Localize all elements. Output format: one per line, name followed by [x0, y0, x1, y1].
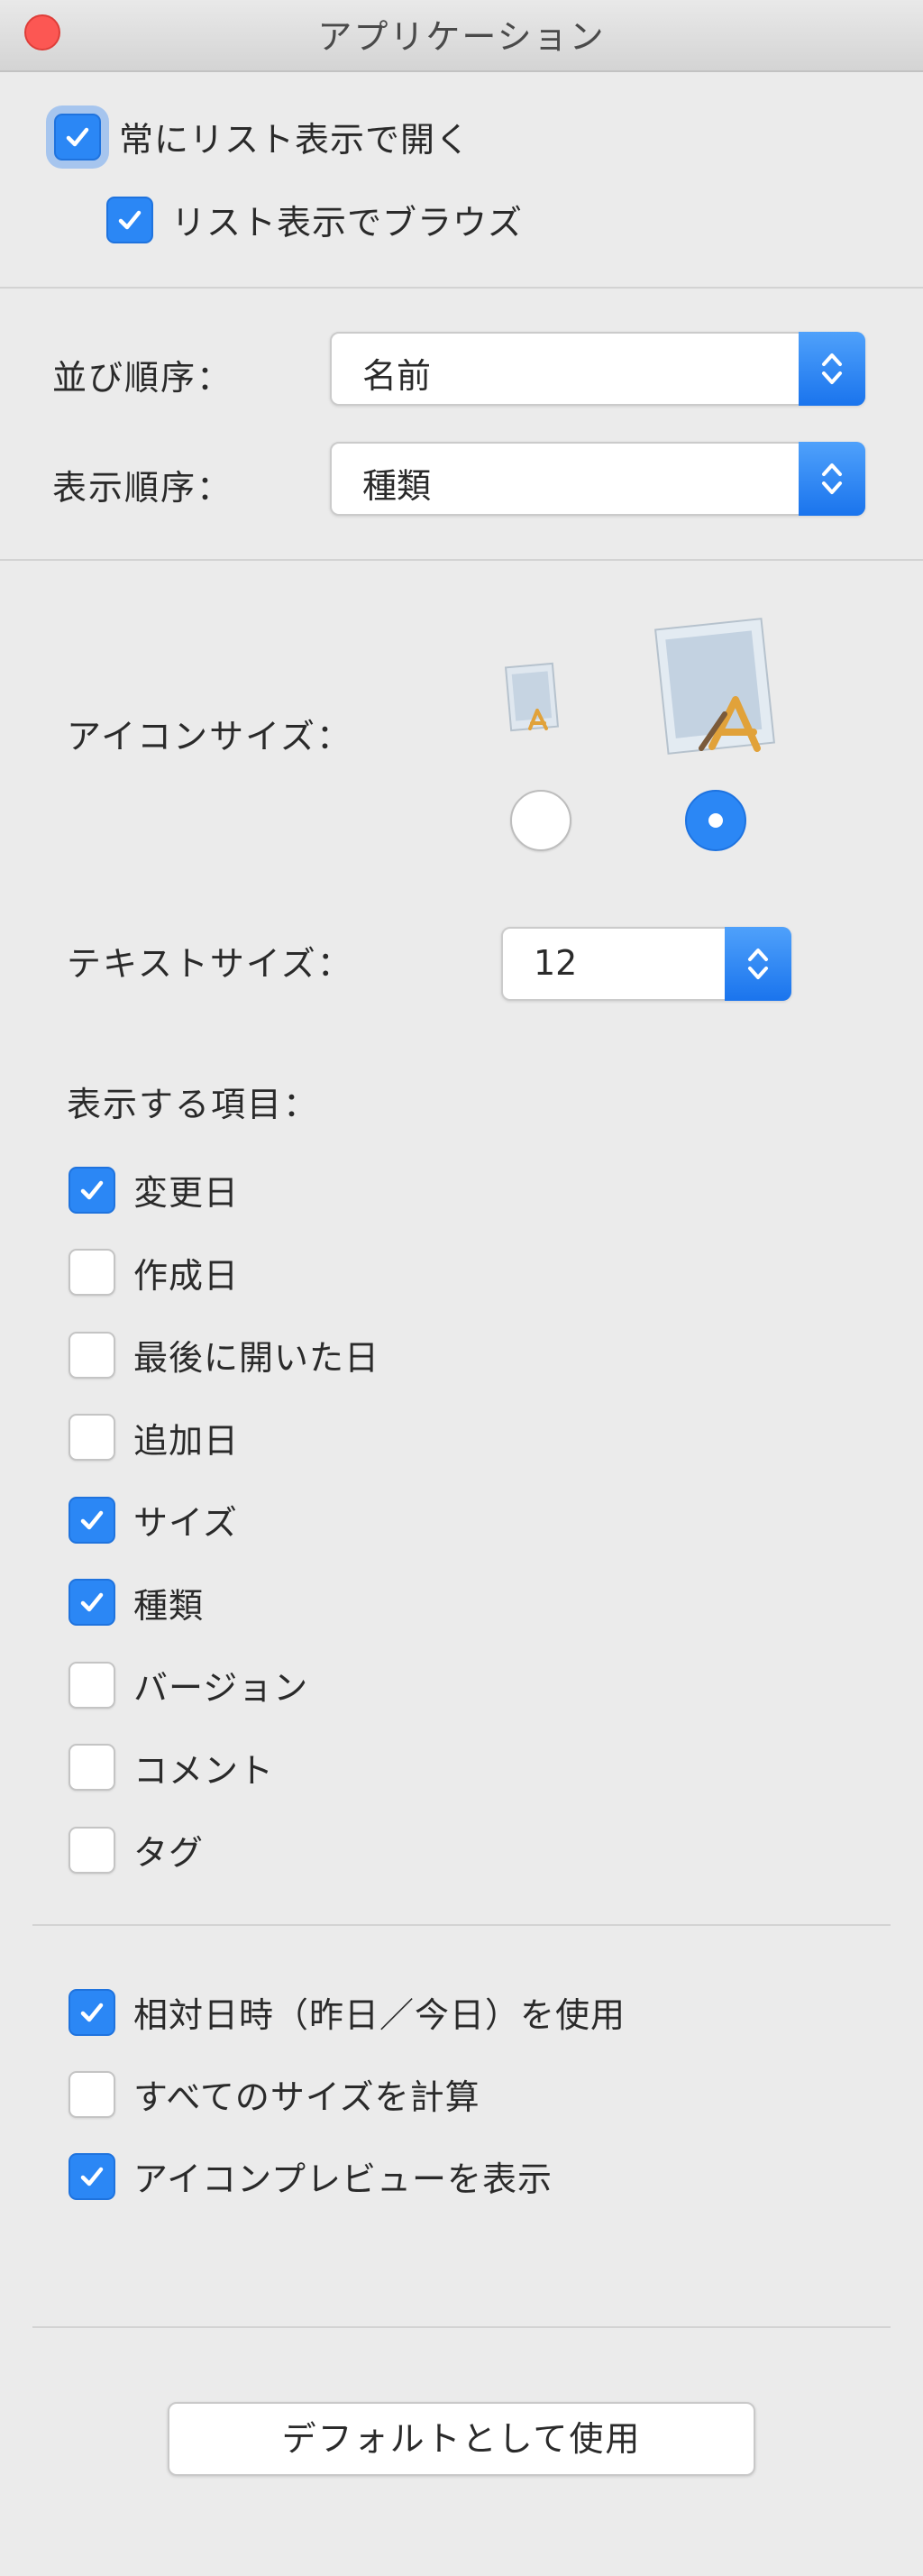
- checkmark-icon: [77, 1587, 107, 1618]
- sort-by-value: 名前: [362, 356, 432, 396]
- checkbox-label: バージョン: [133, 1668, 309, 1708]
- checkbox[interactable]: [69, 1496, 115, 1544]
- large-app-document-icon: [654, 618, 775, 755]
- title-bar: アプリケーション: [0, 0, 923, 72]
- checkbox-label: 最後に開いた日: [133, 1338, 380, 1378]
- sort-by-select[interactable]: 名前: [330, 332, 865, 406]
- browse-list-label: リスト表示でブラウズ: [171, 203, 524, 243]
- checkbox-label: 追加日: [133, 1420, 240, 1461]
- checkbox[interactable]: [69, 1166, 115, 1214]
- divider: [32, 1924, 891, 1926]
- checkbox-row[interactable]: アイコンプレビューを表示: [69, 2151, 553, 2201]
- checkbox-row[interactable]: 作成日: [69, 1248, 239, 1297]
- checkbox-row[interactable]: 追加日: [69, 1413, 239, 1462]
- checkbox[interactable]: [69, 1661, 115, 1709]
- icon-size-large-radio[interactable]: [685, 790, 746, 851]
- display-order-value: 種類: [362, 466, 432, 506]
- browse-list-option[interactable]: リスト表示でブラウズ: [106, 195, 523, 244]
- checkbox[interactable]: [69, 1988, 115, 2036]
- checkbox-label: すべてのサイズを計算: [133, 2077, 480, 2117]
- checkbox-label: タグ: [133, 1833, 205, 1873]
- checkbox-label: 作成日: [133, 1255, 240, 1296]
- chevron-updown-icon: [799, 442, 865, 516]
- checkbox-row[interactable]: 相対日時（昨日／今日）を使用: [69, 1987, 626, 2037]
- checkmark-icon: [77, 2161, 107, 2192]
- text-size-label: テキストサイズ：: [67, 944, 353, 984]
- icon-size-label: アイコンサイズ：: [67, 717, 352, 756]
- checkbox-row[interactable]: 変更日: [69, 1165, 239, 1215]
- checkbox-row[interactable]: すべてのサイズを計算: [69, 2069, 480, 2119]
- always-list-checkbox[interactable]: [54, 113, 101, 160]
- checkbox-row[interactable]: 種類: [69, 1578, 204, 1627]
- window-title: アプリケーション: [317, 17, 606, 57]
- display-order-select[interactable]: 種類: [330, 442, 865, 516]
- divider: [0, 559, 923, 561]
- checkbox[interactable]: [69, 1414, 115, 1461]
- use-as-defaults-button[interactable]: デフォルトとして使用: [168, 2402, 755, 2476]
- browse-list-checkbox[interactable]: [106, 196, 153, 243]
- sort-by-label: 並び順序：: [52, 358, 233, 398]
- checkbox-row[interactable]: タグ: [69, 1825, 204, 1875]
- checkbox-row[interactable]: コメント: [69, 1743, 274, 1792]
- checkbox[interactable]: [69, 1579, 115, 1626]
- divider: [0, 287, 923, 289]
- checkbox-row[interactable]: バージョン: [69, 1660, 308, 1710]
- checkbox[interactable]: [69, 1331, 115, 1379]
- divider: [32, 2326, 891, 2328]
- checkmark-icon: [77, 1175, 107, 1205]
- text-size-select[interactable]: 12: [501, 927, 791, 1001]
- finder-view-options-window: アプリケーション 常にリスト表示で開く リスト表示でブラウズ 並び順序： 名前 …: [0, 0, 923, 2576]
- checkbox-label: 変更日: [133, 1173, 240, 1213]
- checkbox[interactable]: [69, 2070, 115, 2118]
- checkmark-icon: [62, 122, 93, 152]
- checkbox-label: 相対日時（昨日／今日）を使用: [133, 1995, 626, 2035]
- checkmark-icon: [114, 205, 145, 235]
- checkmark-icon: [77, 1505, 107, 1536]
- show-columns-header: 表示する項目：: [67, 1085, 320, 1124]
- checkmark-icon: [77, 1997, 107, 2028]
- checkbox-label: アイコンプレビューを表示: [133, 2159, 553, 2199]
- checkbox-row[interactable]: 最後に開いた日: [69, 1330, 379, 1380]
- checkbox-label: サイズ: [133, 1503, 238, 1543]
- chevron-updown-icon: [799, 332, 865, 406]
- checkbox-row[interactable]: サイズ: [69, 1495, 238, 1545]
- text-size-value: 12: [534, 943, 578, 983]
- icon-size-small-radio[interactable]: [510, 790, 571, 851]
- checkbox[interactable]: [69, 1744, 115, 1791]
- checkbox[interactable]: [69, 1826, 115, 1874]
- checkbox[interactable]: [69, 2152, 115, 2200]
- checkbox-label: 種類: [133, 1585, 205, 1626]
- checkbox-label: コメント: [133, 1750, 275, 1791]
- chevron-updown-icon: [725, 927, 791, 1001]
- small-app-document-icon: [504, 662, 560, 732]
- always-list-option[interactable]: 常にリスト表示で開く: [54, 112, 471, 161]
- display-order-label: 表示順序：: [52, 468, 233, 508]
- always-list-label: 常にリスト表示で開く: [119, 120, 471, 160]
- checkbox[interactable]: [69, 1249, 115, 1296]
